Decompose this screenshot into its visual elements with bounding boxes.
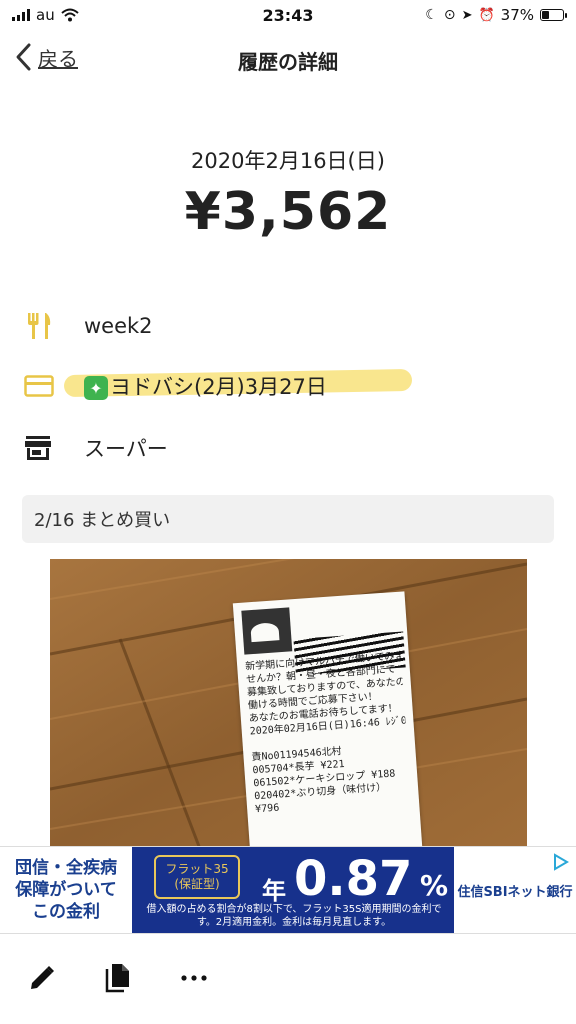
ad-chip-line: フラット35 xyxy=(165,862,229,876)
status-right: ☾ ⊙ ➤ ⏰ 37% xyxy=(425,6,567,24)
payment-row[interactable]: ✦ ヨドバシ(2月)3月27日 xyxy=(24,366,554,406)
copy-icon xyxy=(105,964,129,993)
signal-icon xyxy=(12,9,30,21)
redacted-scribble xyxy=(293,631,406,676)
moon-icon: ☾ xyxy=(425,7,438,23)
payment-label: ヨドバシ(2月)3月27日 xyxy=(110,375,327,399)
ad-left-line: 団信・全疾病 xyxy=(15,858,117,878)
credit-card-icon xyxy=(24,370,60,402)
rotation-lock-icon: ⊙ xyxy=(443,7,456,23)
memo-box[interactable]: 2/16 まとめ買い xyxy=(22,495,554,543)
shop-row[interactable]: スーパー xyxy=(24,428,554,468)
ad-percent: % xyxy=(420,869,449,902)
memo-text: 2/16 まとめ買い xyxy=(34,510,171,531)
ad-note: 借入額の占める割合が8割以下で、フラット35S適用期間の金利です。2月適用金利。… xyxy=(146,904,442,928)
ad-left-copy: 団信・全疾病 保障がついて この金利 xyxy=(0,847,132,933)
battery-percent: 37% xyxy=(500,6,534,24)
record-date: 2020年2月16日(日) xyxy=(191,149,385,173)
edit-button[interactable] xyxy=(26,962,58,994)
bottom-toolbar xyxy=(0,950,576,1006)
copy-button[interactable] xyxy=(102,962,134,994)
wifi-icon xyxy=(61,8,79,22)
battery-icon xyxy=(540,9,567,21)
chevron-left-icon xyxy=(16,43,31,71)
status-bar: au 23:43 ☾ ⊙ ➤ ⏰ 37% xyxy=(0,0,576,30)
pencil-icon xyxy=(31,966,54,989)
ad-chip-line: (保証型) xyxy=(174,877,220,891)
ad-year-label: 年 xyxy=(262,877,286,905)
page-title: 履歴の詳細 xyxy=(238,50,338,74)
more-icon xyxy=(181,975,207,981)
fork-knife-icon xyxy=(24,310,60,342)
ad-left-line: 保障がついて xyxy=(15,880,117,900)
store-icon xyxy=(24,432,60,464)
category-label: week2 xyxy=(84,314,153,338)
carrier-label: au xyxy=(36,6,55,24)
ad-right-panel: 住信SBIネット銀行 xyxy=(454,847,576,933)
sparkles-emoji: ✦ xyxy=(84,376,108,400)
payment-text: ✦ ヨドバシ(2月)3月27日 xyxy=(84,371,327,401)
status-left: au xyxy=(12,6,79,24)
ad-choices-icon[interactable] xyxy=(552,853,570,871)
receipt-photo[interactable]: 新学期に向けマルハチで働いてみませんか？朝・昼・夜と各部門にて募集致しております… xyxy=(50,559,527,849)
nav-bar: 戻る 履歴の詳細 xyxy=(0,38,576,82)
shop-label: スーパー xyxy=(84,437,168,461)
back-label: 戻る xyxy=(38,46,78,71)
ad-product-chip: フラット35 (保証型) xyxy=(154,855,240,899)
ad-center-panel: フラット35 (保証型) 年 0.87 % 借入額の占める割合が8割以下で、フラ… xyxy=(132,847,454,933)
ad-bank-name: 住信SBIネット銀行 xyxy=(457,884,573,900)
back-button[interactable]: 戻る xyxy=(14,42,78,72)
ad-banner[interactable]: 団信・全疾病 保障がついて この金利 フラット35 (保証型) 年 0.87 %… xyxy=(0,846,576,934)
alarm-icon: ⏰ xyxy=(478,7,495,23)
receipt-lines: 新学期に向けマルハチで働いてみませんか？朝・昼・夜と各部門にて募集致しております… xyxy=(245,650,412,817)
more-button[interactable] xyxy=(178,962,210,994)
receipt-paper: 新学期に向けマルハチで働いてみませんか？朝・昼・夜と各部門にて募集致しております… xyxy=(232,591,424,849)
record-amount: ¥3,562 xyxy=(184,182,392,242)
ad-rate: 0.87 xyxy=(294,851,413,907)
category-row[interactable]: week2 xyxy=(24,306,554,346)
ad-left-line: この金利 xyxy=(32,902,100,922)
location-icon: ➤ xyxy=(461,7,473,23)
store-logo xyxy=(241,607,293,655)
